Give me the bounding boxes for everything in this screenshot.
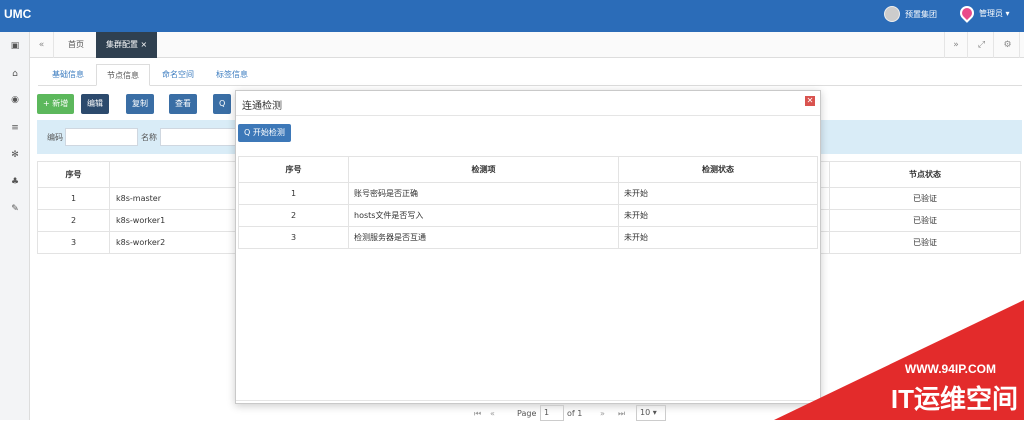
cluster-label: 预置集团 <box>905 9 937 19</box>
scroll-left-icon[interactable]: « <box>30 32 54 58</box>
start-check-button[interactable]: Q 开始检测 <box>238 124 291 142</box>
row-no: 2 <box>238 204 349 227</box>
next-page-icon[interactable]: » <box>600 409 605 418</box>
connectivity-check-dialog: 连通检测 ✕ Q 开始检测 序号 检测项 检测状态 1 账号密码是否正确 未开始… <box>235 90 821 421</box>
code-input[interactable] <box>65 128 138 146</box>
add-button[interactable]: + 新增 <box>37 94 75 114</box>
subtab-basic-info[interactable]: 基础信息 <box>42 64 94 86</box>
watermark-url: WWW.94IP.COM <box>904 362 996 376</box>
dialog-title: 连通检测 <box>242 101 282 112</box>
dialog-body: Q 开始检测 序号 检测项 检测状态 1 账号密码是否正确 未开始 2 host… <box>236 115 820 421</box>
sidebar: ▣ ⌂ ◉ ≡ ✻ ♣ ✎ <box>0 32 30 420</box>
row-item: hosts文件是否写入 <box>348 204 619 227</box>
row-status: 已验证 <box>829 187 1021 210</box>
admin-label: 管理员 ▾ <box>979 8 1010 18</box>
tab-cluster-config[interactable]: 集群配置 × <box>96 32 158 58</box>
query-button[interactable]: Q <box>213 94 232 114</box>
row-check-status: 未开始 <box>618 204 818 227</box>
table-row[interactable]: 1 账号密码是否正确 未开始 <box>238 182 818 205</box>
row-no: 3 <box>37 231 110 254</box>
of-pages-label: of 1 <box>567 409 583 418</box>
row-no: 3 <box>238 226 349 249</box>
table-row[interactable]: 2 hosts文件是否写入 未开始 <box>238 204 818 227</box>
name-input[interactable] <box>160 128 240 146</box>
row-status: 已验证 <box>829 209 1021 232</box>
row-no: 1 <box>37 187 110 210</box>
prev-page-icon[interactable]: « <box>490 409 495 418</box>
tab-home[interactable]: 首页 <box>58 32 94 58</box>
admin-menu[interactable]: 管理员 ▾ <box>957 3 1010 23</box>
row-item: 账号密码是否正确 <box>348 182 619 205</box>
page-size-value: 10 <box>640 408 651 417</box>
settings-icon[interactable]: ⚙ <box>996 32 1020 58</box>
copy-button[interactable]: 复制 <box>126 94 154 114</box>
subtab-node-info[interactable]: 节点信息 <box>96 64 150 86</box>
app-brand: UMC <box>4 7 32 21</box>
eye-icon[interactable]: ◉ <box>9 95 21 107</box>
tab-bar: « 首页 集群配置 × » ⤢ ⚙ <box>30 32 1024 58</box>
row-status: 已验证 <box>829 231 1021 254</box>
last-page-icon[interactable]: ⏭ <box>618 409 625 419</box>
row-item: 检测服务器是否互通 <box>348 226 619 249</box>
check-table: 序号 检测项 检测状态 1 账号密码是否正确 未开始 2 hosts文件是否写入… <box>238 156 818 249</box>
subtab-labels[interactable]: 标签信息 <box>206 64 258 86</box>
page-label: Page <box>517 409 537 418</box>
watermark-brand: IT运维空间 <box>890 384 1018 414</box>
row-check-status: 未开始 <box>618 182 818 205</box>
close-icon[interactable]: ✕ <box>805 96 815 106</box>
top-bar: UMC 预置集团 管理员 ▾ <box>0 0 1024 32</box>
id-card-icon[interactable]: ▣ <box>9 41 21 53</box>
bank-icon[interactable]: ⌂ <box>9 69 21 81</box>
header-no: 序号 <box>37 161 110 188</box>
table-row[interactable]: 3 检测服务器是否互通 未开始 <box>238 226 818 249</box>
row-no: 1 <box>238 182 349 205</box>
code-label: 编码 <box>47 133 63 142</box>
name-label: 名称 <box>141 133 157 142</box>
table-icon[interactable]: ≡ <box>9 123 21 135</box>
gear-icon[interactable]: ✻ <box>9 150 21 162</box>
header-item: 检测项 <box>348 156 619 183</box>
subtabs: 基础信息 节点信息 命名空间 标签信息 <box>38 64 1022 86</box>
watermark: WWW.94IP.COM IT运维空间 <box>764 300 1024 420</box>
users-icon[interactable]: ♣ <box>9 177 21 189</box>
page-size-select[interactable]: 10 ▾ <box>636 405 666 421</box>
avatar <box>884 6 900 22</box>
first-page-icon[interactable]: ⏮ <box>474 409 481 419</box>
header-status: 节点状态 <box>829 161 1021 188</box>
edit-button[interactable]: 编辑 <box>81 94 109 114</box>
pager: ⏮ « Page 1 of 1 » ⏭ 10 ▾ <box>236 400 820 426</box>
page-input[interactable]: 1 <box>540 405 564 421</box>
scroll-right-icon[interactable]: » <box>944 32 968 58</box>
header-check-status: 检测状态 <box>618 156 818 183</box>
location-pin-icon <box>957 3 977 23</box>
wrench-icon[interactable]: ✎ <box>9 204 21 216</box>
header-no: 序号 <box>238 156 349 183</box>
row-check-status: 未开始 <box>618 226 818 249</box>
fullscreen-icon[interactable]: ⤢ <box>970 32 994 58</box>
cluster-selector[interactable]: 预置集团 <box>884 6 937 22</box>
view-button[interactable]: 查看 <box>169 94 197 114</box>
subtab-namespace[interactable]: 命名空间 <box>152 64 204 86</box>
row-no: 2 <box>37 209 110 232</box>
